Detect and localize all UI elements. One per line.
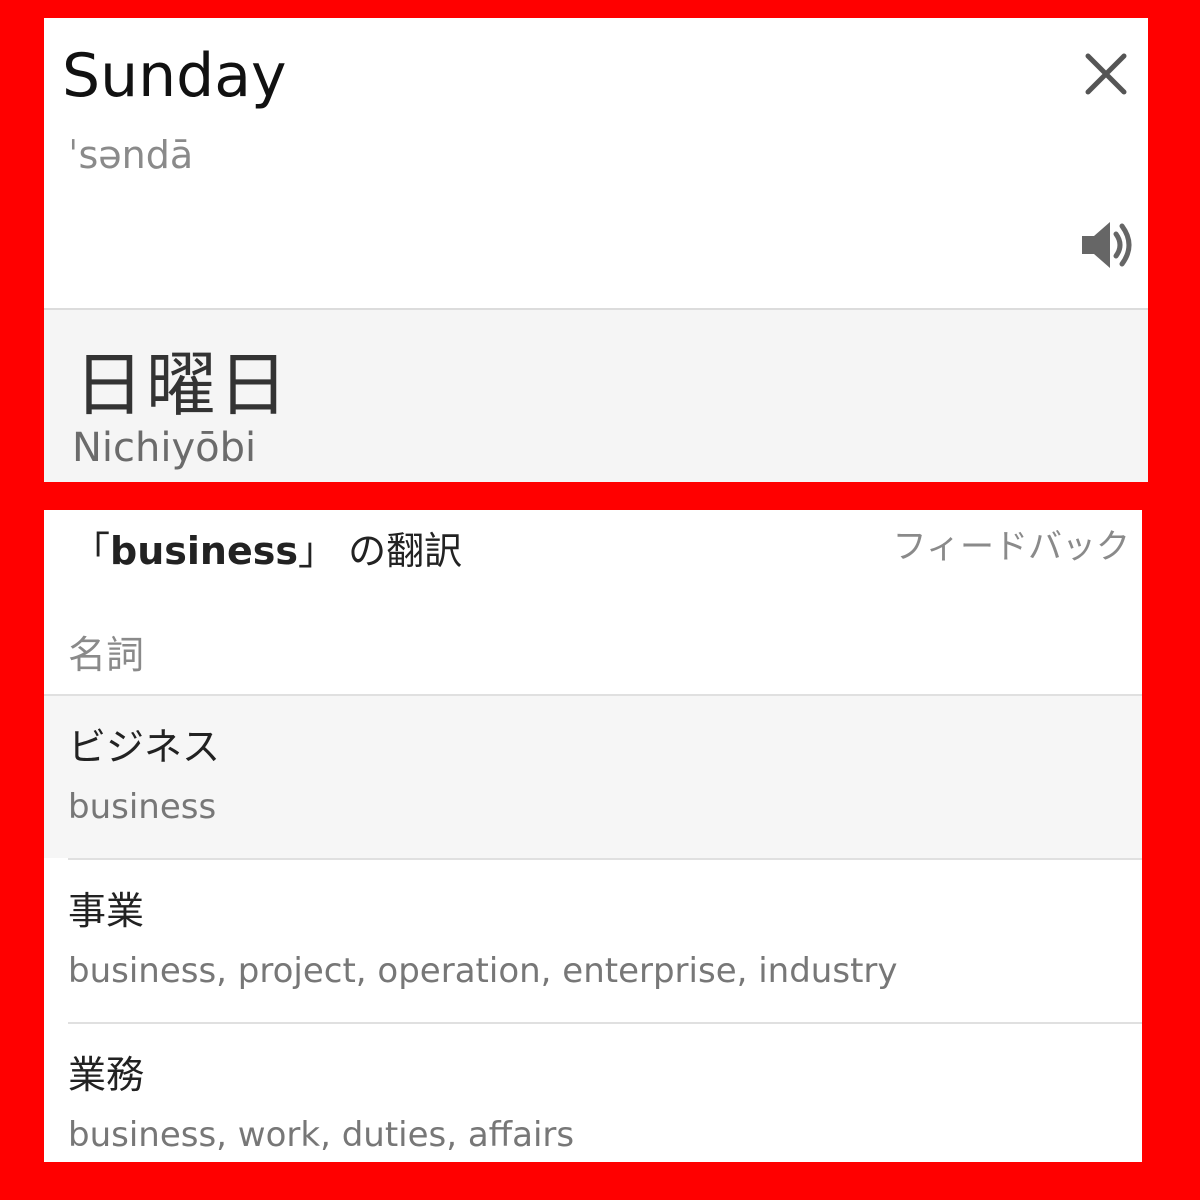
target-word: 日曜日 (74, 344, 290, 426)
source-word: Sunday (62, 41, 287, 111)
heading-suffix: 」 の翻訳 (297, 529, 463, 573)
translation-term: ビジネス (68, 725, 221, 769)
target-panel: 日曜日 Nichiyōbi (44, 310, 1148, 482)
list-item[interactable]: ビジネス business (44, 694, 1142, 858)
heading-open-bracket: 「 (72, 529, 111, 573)
translation-meanings: business, work, duties, affairs (68, 1115, 575, 1155)
list-item[interactable]: 業務 business, work, duties, affairs (68, 1022, 1142, 1162)
translation-meanings: business, project, operation, enterprise… (68, 951, 898, 991)
translations-card: 「business」 の翻訳 フィードバック 名詞 ビジネス business … (44, 510, 1142, 1162)
part-of-speech-label: 名詞 (68, 633, 145, 677)
close-icon[interactable] (1080, 48, 1132, 100)
translation-term: 事業 (68, 889, 145, 933)
translations-heading: 「business」 の翻訳 (72, 532, 462, 570)
target-transliteration: Nichiyōbi (72, 425, 257, 471)
feedback-link[interactable]: フィードバック (893, 530, 1130, 564)
list-item[interactable]: 事業 business, project, operation, enterpr… (68, 858, 1142, 1022)
source-panel: Sunday ˈsəndā (44, 18, 1148, 310)
translation-term: 業務 (68, 1053, 145, 1097)
translation-list: ビジネス business 事業 business, project, oper… (44, 694, 1142, 1162)
speaker-icon[interactable] (1076, 214, 1138, 276)
translation-meanings: business (68, 787, 217, 827)
source-pronunciation: ˈsəndā (68, 133, 194, 177)
query-word: business (110, 529, 298, 573)
translation-card: Sunday ˈsəndā 日曜日 Nichiyōbi (44, 18, 1148, 482)
